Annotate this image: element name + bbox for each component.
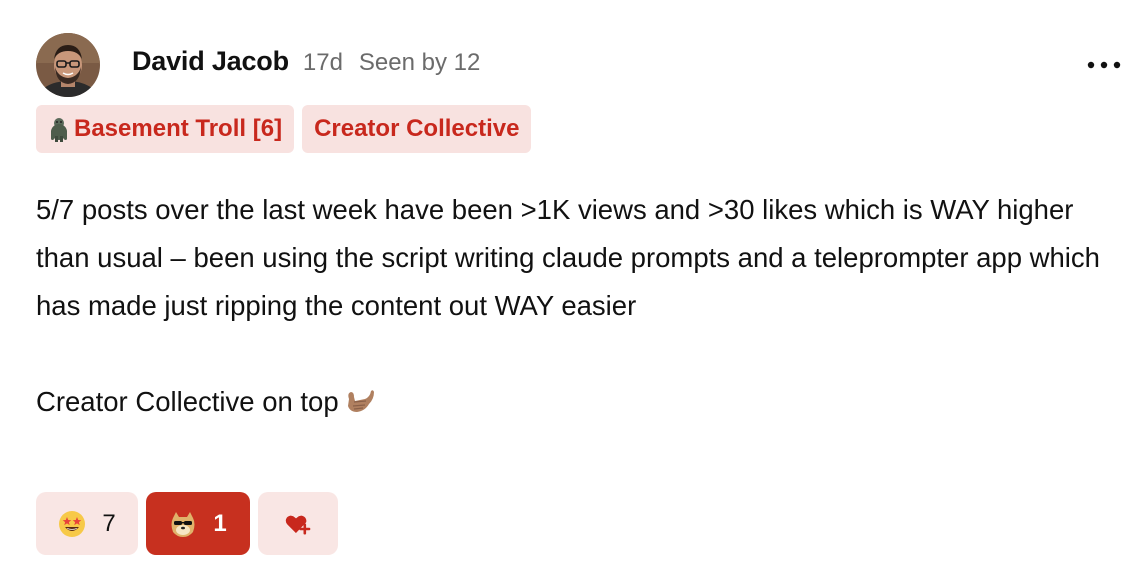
avatar[interactable] bbox=[36, 33, 100, 97]
doge-sunglasses-emoji-icon bbox=[169, 510, 197, 538]
reaction-count: 1 bbox=[213, 509, 227, 537]
add-reaction-button[interactable] bbox=[258, 492, 338, 555]
tag-list: Basement Troll [6] Creator Collective bbox=[36, 105, 532, 153]
tag-creator-collective[interactable]: Creator Collective bbox=[302, 105, 532, 153]
reaction-bar: 7 1 bbox=[36, 492, 338, 555]
star-struck-emoji-icon bbox=[58, 510, 86, 538]
seen-by-count[interactable]: Seen by 12 bbox=[359, 49, 480, 77]
ellipsis-icon bbox=[1087, 61, 1121, 69]
tag-label: Creator Collective bbox=[314, 115, 520, 142]
post-body: 5/7 posts over the last week have been >… bbox=[36, 186, 1126, 426]
add-reaction-icon bbox=[284, 510, 312, 538]
tag-label: Basement Troll [6] bbox=[74, 115, 283, 142]
reaction-doge-active[interactable]: 1 bbox=[146, 492, 250, 555]
tag-basement-troll[interactable]: Basement Troll [6] bbox=[36, 105, 295, 153]
reaction-star-struck[interactable]: 7 bbox=[36, 492, 138, 555]
post-paragraph: Creator Collective on top bbox=[36, 378, 1126, 426]
reaction-count: 7 bbox=[102, 509, 116, 537]
call-me-hand-emoji-icon bbox=[343, 384, 375, 414]
post-paragraph: 5/7 posts over the last week have been >… bbox=[36, 194, 1100, 321]
author-name[interactable]: David Jacob bbox=[132, 46, 289, 77]
post-paragraph-text: Creator Collective on top bbox=[36, 386, 339, 417]
more-options-button[interactable] bbox=[1084, 54, 1124, 76]
post-age: 17d bbox=[302, 49, 343, 76]
post-header: David Jacob 17d Seen by 12 bbox=[132, 46, 480, 77]
post-card: David Jacob 17d Seen by 12 Basement Trol… bbox=[0, 0, 1146, 584]
troll-icon bbox=[48, 116, 70, 142]
